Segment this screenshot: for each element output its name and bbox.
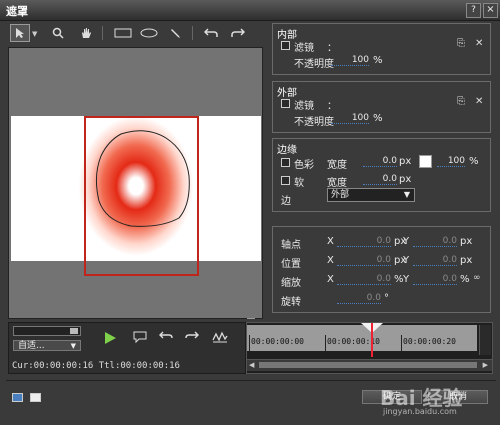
undo-icon <box>204 28 218 37</box>
play-button[interactable] <box>101 331 119 347</box>
edge-soft-checkbox[interactable] <box>281 176 290 185</box>
comment-button[interactable] <box>131 331 149 347</box>
edge-color-swatch[interactable] <box>419 155 432 168</box>
outer-opacity-label: 不透明度 <box>294 117 334 128</box>
anchor-x-value[interactable]: 0.0 <box>337 236 391 247</box>
close-button[interactable]: × <box>483 3 498 18</box>
anchor-y-value[interactable]: 0.0 <box>413 236 457 247</box>
playback-controls: 自适... ▼ Cur:00:00:00:16 Ttl:00:00:00:16 <box>8 322 246 374</box>
title-bar: 遮罩 ? × <box>0 0 500 21</box>
inner-filter-label: 滤镜 <box>294 43 314 54</box>
pen-tool-button[interactable] <box>166 24 186 42</box>
rotate-value[interactable]: 0.0 <box>337 293 381 304</box>
edge-soft-label: 软 <box>294 178 304 189</box>
inner-filter-checkbox[interactable] <box>281 41 290 50</box>
transform-panel: 轴点 X 0.0 px Y 0.0 px 位置 X 0.0 px Y 0.0 p… <box>272 226 491 313</box>
edge-width-label: 宽度 <box>327 160 347 171</box>
anchor-label: 轴点 <box>281 240 301 251</box>
reverse-icon <box>185 331 199 339</box>
tick-label: 00:00:00:20 <box>403 337 456 346</box>
position-x-value[interactable]: 0.0 <box>337 255 391 266</box>
outer-filter-label: 滤镜 <box>294 101 314 112</box>
play-icon <box>105 332 116 344</box>
pen-icon <box>171 29 180 38</box>
outer-filter-checkbox[interactable] <box>281 99 290 108</box>
chevron-down-icon: ▼ <box>403 190 410 199</box>
redo-button[interactable] <box>228 24 248 42</box>
paste-icon[interactable]: ⎘ <box>457 38 465 49</box>
scale-x-value[interactable]: 0.0 <box>337 274 391 285</box>
undo-button[interactable] <box>201 24 221 42</box>
link-icon[interactable]: ∞ <box>473 273 481 283</box>
zoom-tool-button[interactable] <box>48 24 68 42</box>
position-label: 位置 <box>281 259 301 270</box>
scroll-right-icon[interactable]: ▶ <box>483 361 488 369</box>
mask-bounding-box[interactable] <box>84 116 199 276</box>
reverse-button[interactable] <box>183 331 201 347</box>
playhead[interactable] <box>371 323 373 357</box>
single-view-icon[interactable] <box>30 393 41 402</box>
edge-color-checkbox[interactable] <box>281 158 290 167</box>
timeline-vertical-scrollbar[interactable] <box>479 325 491 355</box>
paste-icon[interactable]: ⎘ <box>457 96 465 107</box>
watermark-url: jingyan.baidu.com <box>383 407 457 416</box>
edge-title: 边缘 <box>277 145 297 156</box>
window-title: 遮罩 <box>6 5 28 18</box>
waveform-button[interactable] <box>211 331 229 347</box>
zoom-slider[interactable] <box>13 326 81 336</box>
rectangle-tool-button[interactable] <box>111 24 135 42</box>
arrow-select-icon <box>16 28 24 38</box>
delete-icon[interactable]: ✕ <box>475 38 483 49</box>
edge-color-opacity-value[interactable]: 100 <box>437 156 465 167</box>
rotate-label: 旋转 <box>281 297 301 308</box>
inner-opacity-label: 不透明度 <box>294 59 334 70</box>
waveform-icon <box>212 331 228 343</box>
timeline-scrollbar[interactable]: ◀ ▶ <box>247 359 492 371</box>
rectangle-icon <box>114 28 132 38</box>
redo-icon <box>231 28 245 37</box>
edge-panel: 边缘 色彩 宽度 0.0 px 100 % 软 宽度 0.0 px 边 外部 ▼ <box>272 138 491 212</box>
ellipse-icon <box>140 28 158 38</box>
inner-opacity-value[interactable]: 100 <box>331 55 369 66</box>
ellipse-tool-button[interactable] <box>138 24 160 42</box>
hand-tool-button[interactable] <box>76 24 96 42</box>
comment-icon <box>133 331 147 344</box>
scroll-left-icon[interactable]: ◀ <box>249 361 254 369</box>
tick-label: 00:00:00:00 <box>251 337 304 346</box>
chevron-down-icon[interactable]: ▼ <box>32 30 37 38</box>
dual-view-icon[interactable] <box>12 393 23 402</box>
edge-color-label: 色彩 <box>294 160 314 171</box>
autofit-dropdown[interactable]: 自适... ▼ <box>13 340 81 351</box>
outer-opacity-value[interactable]: 100 <box>331 113 369 124</box>
outer-panel: 外部 滤镜 ： ⎘ ✕ 不透明度 100 % <box>272 81 491 133</box>
loop-icon <box>159 331 173 339</box>
select-tool-button[interactable] <box>10 24 30 42</box>
edge-soft-width-label: 宽度 <box>327 178 347 189</box>
zoom-icon <box>52 27 64 39</box>
timecode-readout: Cur:00:00:00:16 Ttl:00:00:00:16 <box>12 361 180 371</box>
edge-width-value[interactable]: 0.0 <box>363 156 397 167</box>
inner-panel: 内部 滤镜 ： ⎘ ✕ 不透明度 100 % <box>272 23 491 75</box>
loop-button[interactable] <box>157 331 175 347</box>
chevron-down-icon: ▼ <box>70 342 76 350</box>
edge-soft-width-value[interactable]: 0.0 <box>363 174 397 185</box>
help-button[interactable]: ? <box>466 3 481 18</box>
preview-canvas[interactable] <box>8 47 263 319</box>
edge-side-select[interactable]: 外部 ▼ <box>327 188 415 202</box>
edge-side-label: 边 <box>281 196 291 207</box>
delete-icon[interactable]: ✕ <box>475 96 483 107</box>
scale-y-value[interactable]: 0.0 <box>413 274 457 285</box>
hand-icon <box>82 28 91 38</box>
position-y-value[interactable]: 0.0 <box>413 255 457 266</box>
scale-label: 缩放 <box>281 278 301 289</box>
timeline[interactable]: 00:00:00:00 00:00:00:10 00:00:00:20 ◀ ▶ <box>246 322 493 374</box>
